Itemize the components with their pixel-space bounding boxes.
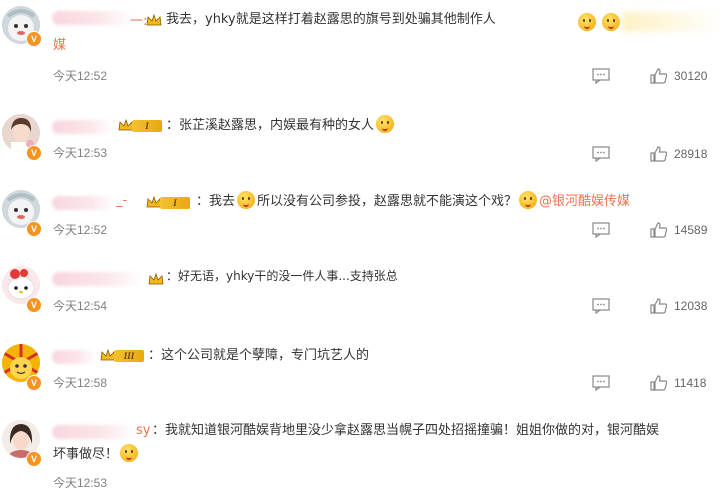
like-count: 11418	[674, 376, 707, 390]
verified-badge: V	[26, 145, 42, 161]
confused-emoji-icon	[578, 13, 596, 31]
comment-item: V _- I ：我去 所以没有公司参投，赵露思就不能演这个戏？ @银河酷娱传媒 今天…	[0, 176, 727, 252]
username-suffix[interactable]: _-	[116, 193, 127, 208]
username-blurred[interactable]	[52, 425, 136, 439]
username-blurred[interactable]	[52, 11, 132, 25]
like-count: 12038	[674, 299, 708, 313]
crown-badge: I	[146, 195, 192, 211]
thumbs-up-icon[interactable]	[650, 68, 668, 84]
crown-icon	[146, 13, 162, 26]
like-count: 30120	[674, 69, 708, 83]
confused-emoji-icon	[237, 191, 256, 209]
mention-link[interactable]: @银河酷娱传媒	[539, 194, 630, 209]
kiss-emoji-icon	[120, 444, 139, 462]
comment-time: 今天12:53	[53, 476, 108, 490]
emoji-blur	[622, 12, 722, 32]
crown-badge: I	[118, 118, 164, 134]
comment-text: ：这个公司就是个孽障，专门坑艺人的	[148, 348, 370, 363]
username-suffix[interactable]: sy	[136, 423, 150, 438]
comment-time: 今天12:52	[53, 69, 108, 83]
username-blurred[interactable]	[52, 350, 96, 364]
username-blurred[interactable]	[52, 120, 114, 134]
comment-item: V sy ：我就知道银河酷娱背地里没少拿赵露思当幌子四处招摇撞骗！姐姐你做的对，…	[0, 406, 727, 490]
verified-badge: V	[26, 221, 42, 237]
thumbs-up-icon[interactable]	[650, 146, 668, 162]
comment-time: 今天12:58	[53, 376, 108, 390]
comment-text: ：我就知道银河酷娱背地里没少拿赵露思当幌子四处招摇撞骗！姐姐你做的对，银河酷娱	[152, 423, 660, 438]
confused-emoji-icon	[602, 13, 620, 31]
verified-badge: V	[26, 31, 42, 47]
comment-text: ：我去 所以没有公司参投，赵露思就不能演这个戏？ @银河酷娱传媒	[196, 190, 630, 214]
crown-badge	[146, 13, 162, 29]
comment-bubble-icon[interactable]	[592, 68, 610, 84]
comment-bubble-icon[interactable]	[592, 146, 610, 162]
thumbs-up-icon[interactable]	[650, 222, 668, 238]
username-suffix[interactable]: 一:	[130, 10, 147, 29]
comment-item: V 一: 我去，yhky就是这样打着赵露思的旗号到处骗其他制作人 媒 今天12:…	[0, 0, 727, 100]
like-count: 14589	[674, 223, 708, 237]
comment-time: 今天12:53	[53, 146, 108, 160]
comment-text-line2: 坏事做尽！	[53, 443, 140, 467]
username-blurred[interactable]	[52, 196, 116, 210]
comment-item: V I ：张芷溪赵露思，内娱最有种的女人 今天12:53 28918	[0, 100, 727, 176]
comment-text: ：好无语，yhky干的没一件人事...支持张总	[166, 269, 398, 283]
crown-icon	[148, 272, 164, 285]
comment-time: 今天12:52	[53, 223, 108, 237]
verified-badge: V	[26, 375, 42, 391]
comment-bubble-icon[interactable]	[592, 222, 610, 238]
thumbs-up-icon[interactable]	[650, 298, 668, 314]
username-blurred[interactable]	[52, 272, 142, 286]
crown-badge: III	[100, 348, 146, 364]
comment-item: V ：好无语，yhky干的没一件人事...支持张总 今天12:54 12038	[0, 252, 727, 328]
kiss-emoji-icon	[376, 115, 395, 133]
comment-item: V III ：这个公司就是个孽障，专门坑艺人的 今天12:58 11418	[0, 328, 727, 406]
comment-time: 今天12:54	[53, 299, 108, 313]
verified-badge: V	[26, 451, 42, 467]
comment-text-line2: 媒	[53, 38, 67, 53]
comment-bubble-icon[interactable]	[592, 375, 610, 391]
confused-emoji-icon	[519, 191, 538, 209]
comment-text: 我去，yhky就是这样打着赵露思的旗号到处骗其他制作人	[166, 12, 496, 27]
like-count: 28918	[674, 147, 708, 161]
crown-badge	[148, 272, 166, 288]
thumbs-up-icon[interactable]	[650, 375, 668, 391]
verified-badge: V	[26, 297, 42, 313]
comment-text: ：张芷溪赵露思，内娱最有种的女人	[166, 114, 396, 138]
comment-bubble-icon[interactable]	[592, 298, 610, 314]
